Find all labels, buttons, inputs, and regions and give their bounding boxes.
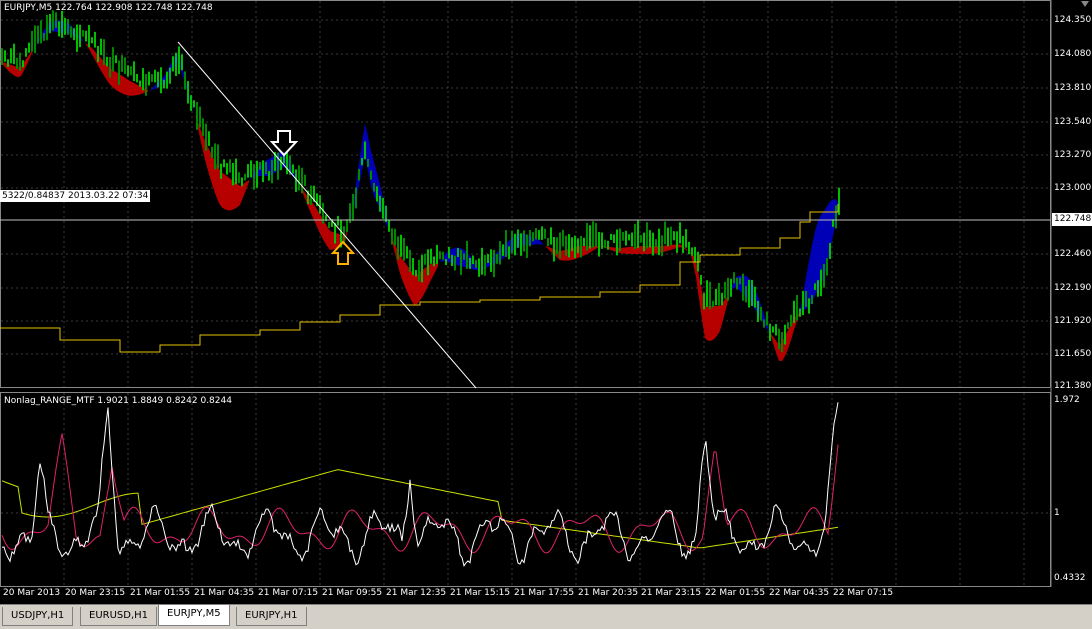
price-label: 124.080 <box>1054 49 1092 59</box>
time-axis-label: 21 Mar 04:35 <box>194 588 255 598</box>
price-label: 124.350 <box>1054 15 1092 25</box>
current-price-tag: 122.748 <box>1052 213 1092 226</box>
time-axis-label: 22 Mar 07:15 <box>833 588 894 598</box>
time-axis-label: 22 Mar 01:55 <box>705 588 766 598</box>
tab-usdjpy-h1[interactable]: USDJPY,H1 <box>2 607 74 626</box>
main-panel-frame <box>0 0 1051 388</box>
time-axis-label: 21 Mar 17:55 <box>514 588 575 598</box>
chart-canvas[interactable] <box>0 0 1092 628</box>
time-axis-label: 21 Mar 12:35 <box>386 588 447 598</box>
indicator-white-line <box>1 402 839 568</box>
price-label: 121.920 <box>1054 316 1092 326</box>
time-axis-label: 20 Mar 2013 <box>3 588 61 598</box>
indicator-title: Nonlag_RANGE_MTF 1.9021 1.8849 0.8242 0.… <box>4 396 232 406</box>
price-label: 123.270 <box>1054 150 1092 160</box>
down-arrow-icon <box>269 130 299 157</box>
time-axis-label: 20 Mar 23:15 <box>65 588 126 598</box>
time-axis-label: 21 Mar 20:35 <box>578 588 639 598</box>
chart-symbol-info: EURJPY,M5 122.764 122.908 122.748 122.74… <box>4 3 213 13</box>
time-axis-label: 21 Mar 01:55 <box>130 588 191 598</box>
tab-eurjpy-m5[interactable]: EURJPY,M5 <box>158 605 230 626</box>
price-label: 122.190 <box>1054 283 1092 293</box>
indicator-scale-label: 1.972 <box>1054 395 1080 405</box>
price-label: 121.650 <box>1054 349 1092 359</box>
price-label: 121.380 <box>1054 381 1092 391</box>
tab-eurusd-h1[interactable]: EURUSD,H1 <box>80 607 158 626</box>
indicator-scale-label: 0.4332 <box>1054 573 1086 583</box>
crosshair-data-label: 5322/0.84837 2013.03.22 07:34 <box>0 190 151 202</box>
time-axis-label: 21 Mar 23:15 <box>641 588 702 598</box>
time-axis-label: 22 Mar 04:35 <box>769 588 830 598</box>
time-axis-label: 21 Mar 07:15 <box>258 588 319 598</box>
price-label: 122.460 <box>1054 249 1092 259</box>
time-axis-label: 21 Mar 09:55 <box>322 588 383 598</box>
indicator-scale-label: 1 <box>1054 508 1060 518</box>
time-axis-label: 21 Mar 15:15 <box>450 588 511 598</box>
chart-tab-bar: USDJPY,H1 EURUSD,H1 EURJPY,M5 EURJPY,H1 <box>0 604 1092 629</box>
price-label: 123.810 <box>1054 83 1092 93</box>
main-grid <box>1 1 1050 387</box>
trend-line <box>177 41 477 389</box>
price-label: 123.000 <box>1054 183 1092 193</box>
tab-eurjpy-h1[interactable]: EURJPY,H1 <box>236 607 307 626</box>
indicator-magenta-line <box>1 433 839 554</box>
chart-shift-marker-icon[interactable] <box>1081 1 1089 7</box>
price-label: 123.540 <box>1054 117 1092 127</box>
